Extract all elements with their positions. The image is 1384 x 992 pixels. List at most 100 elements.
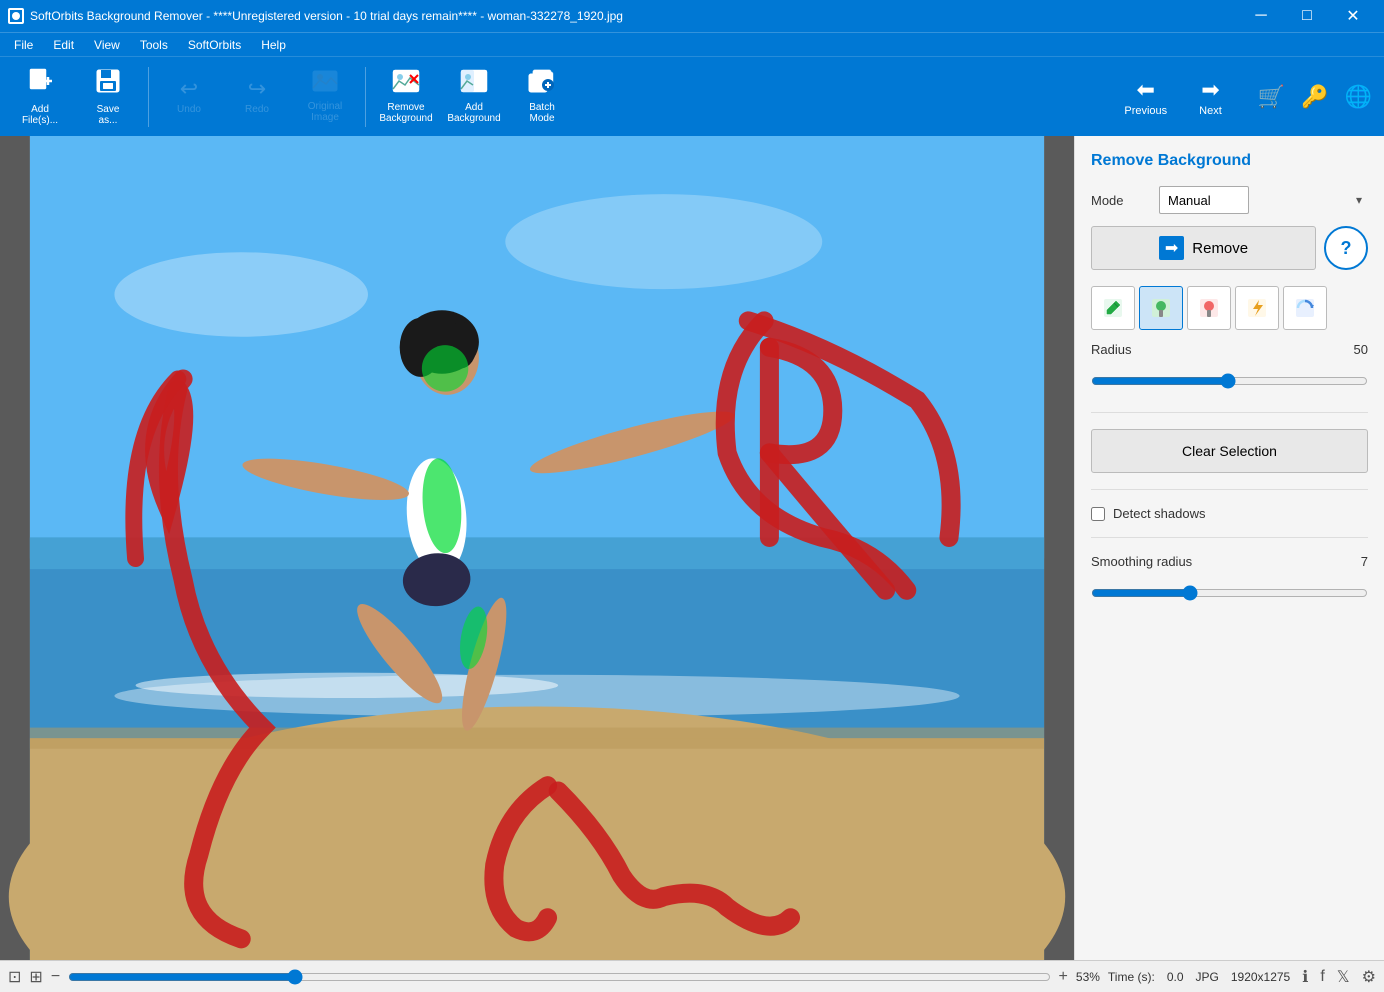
toolbar-right-icons: 🛒 🔑 🌐 xyxy=(1254,80,1376,114)
app-icon xyxy=(8,8,24,24)
globe-icon[interactable]: 🌐 xyxy=(1341,80,1376,114)
zoom-fit-icon[interactable]: ⊡ xyxy=(8,967,21,987)
tool-icons-row xyxy=(1091,286,1368,330)
redo-button[interactable]: ↪ Redo xyxy=(225,61,289,133)
twitter-icon[interactable]: 𝕏 xyxy=(1337,967,1350,987)
undo-button[interactable]: ↩ Undo xyxy=(157,61,221,133)
mode-row: Mode Manual Automatic Magic Wand xyxy=(1091,186,1368,214)
clear-selection-label: Clear Selection xyxy=(1182,443,1277,459)
status-bar: ⊡ ⊞ − + 53% Time (s): 0.0 JPG 1920x1275 … xyxy=(0,960,1384,992)
original-image-label: Original Image xyxy=(308,101,342,123)
radius-slider[interactable] xyxy=(1091,373,1368,389)
add-files-label: Add File(s)... xyxy=(22,104,58,126)
smoothing-radius-row: Smoothing radius 7 xyxy=(1091,554,1368,569)
pencil-icon xyxy=(1101,296,1125,320)
close-button[interactable]: ✕ xyxy=(1330,0,1376,32)
help-button[interactable]: ? xyxy=(1324,226,1368,270)
facebook-icon[interactable]: f xyxy=(1320,968,1324,986)
menu-edit[interactable]: Edit xyxy=(43,36,84,54)
smoothing-radius-value: 7 xyxy=(1338,554,1368,569)
status-bar-left: ⊡ ⊞ − + 53% xyxy=(8,967,1100,987)
canvas-area[interactable] xyxy=(0,136,1074,960)
toolbar: Add File(s)... Save as... ↩ Undo ↪ Redo xyxy=(0,56,1384,136)
lightning-icon xyxy=(1245,296,1269,320)
cart-icon[interactable]: 🛒 xyxy=(1254,80,1289,114)
zoom-value: 53% xyxy=(1076,970,1100,984)
next-button[interactable]: ➡ Next xyxy=(1187,73,1234,121)
format-label: JPG xyxy=(1196,970,1219,984)
menu-tools[interactable]: Tools xyxy=(130,36,178,54)
eraser-tool[interactable] xyxy=(1283,286,1327,330)
window-controls[interactable]: ─ □ ✕ xyxy=(1238,0,1376,32)
toolbar-separator-1 xyxy=(148,67,149,127)
detect-shadows-checkbox[interactable] xyxy=(1091,507,1105,521)
smoothing-radius-label: Smoothing radius xyxy=(1091,554,1192,569)
window-title: SoftOrbits Background Remover - ****Unre… xyxy=(30,9,623,23)
smoothing-radius-slider[interactable] xyxy=(1091,585,1368,601)
zoom-out-icon[interactable]: − xyxy=(51,968,60,986)
key-icon[interactable]: 🔑 xyxy=(1297,80,1332,114)
maximize-button[interactable]: □ xyxy=(1284,0,1330,32)
panel-divider-2 xyxy=(1091,489,1368,490)
add-background-icon xyxy=(460,69,488,98)
toolbar-nav: ⬅ Previous ➡ Next xyxy=(1112,73,1233,121)
original-image-button[interactable]: Original Image xyxy=(293,61,357,133)
mode-select[interactable]: Manual Automatic Magic Wand xyxy=(1159,186,1249,214)
main-area: Remove Background Mode Manual Automatic … xyxy=(0,136,1384,960)
previous-label: Previous xyxy=(1124,105,1167,117)
smart-brush-tool[interactable] xyxy=(1235,286,1279,330)
remove-background-label: Remove Background xyxy=(379,102,432,124)
undo-icon: ↩ xyxy=(180,78,198,100)
save-icon xyxy=(94,67,122,100)
remove-button-label: Remove xyxy=(1192,240,1248,257)
previous-icon: ⬅ xyxy=(1137,77,1155,103)
menu-file[interactable]: File xyxy=(4,36,43,54)
batch-mode-button[interactable]: Batch Mode xyxy=(510,61,574,133)
remove-btn-row: ➡ Remove ? xyxy=(1091,226,1368,270)
draw-foreground-tool[interactable] xyxy=(1091,286,1135,330)
minimize-button[interactable]: ─ xyxy=(1238,0,1284,32)
time-value: 0.0 xyxy=(1167,970,1184,984)
remove-button[interactable]: ➡ Remove xyxy=(1091,226,1316,270)
panel-title: Remove Background xyxy=(1091,152,1368,170)
right-panel: Remove Background Mode Manual Automatic … xyxy=(1074,136,1384,960)
brush-foreground-tool[interactable] xyxy=(1139,286,1183,330)
radius-slider-container xyxy=(1091,369,1368,396)
smoothing-radius-slider-container xyxy=(1091,581,1368,608)
panel-divider-3 xyxy=(1091,537,1368,538)
title-bar: SoftOrbits Background Remover - ****Unre… xyxy=(0,0,1384,32)
redo-icon: ↪ xyxy=(248,78,266,100)
panel-divider-1 xyxy=(1091,412,1368,413)
menu-softorbits[interactable]: SoftOrbits xyxy=(178,36,251,54)
detect-shadows-label: Detect shadows xyxy=(1113,506,1206,521)
time-label: Time (s): xyxy=(1108,970,1155,984)
next-icon: ➡ xyxy=(1201,77,1219,103)
radius-row: Radius 50 xyxy=(1091,342,1368,357)
brush-background-tool[interactable] xyxy=(1187,286,1231,330)
add-background-label: Add Background xyxy=(447,102,500,124)
zoom-slider[interactable] xyxy=(68,969,1050,985)
previous-button[interactable]: ⬅ Previous xyxy=(1112,73,1179,121)
crop-icon[interactable]: ⊞ xyxy=(29,967,42,987)
save-as-button[interactable]: Save as... xyxy=(76,61,140,133)
mode-select-wrapper: Manual Automatic Magic Wand xyxy=(1159,186,1368,214)
original-image-icon xyxy=(312,70,338,97)
radius-label: Radius xyxy=(1091,342,1151,357)
add-files-button[interactable]: Add File(s)... xyxy=(8,61,72,133)
status-bar-right: Time (s): 0.0 JPG 1920x1275 ℹ f 𝕏 ⚙ xyxy=(1108,967,1376,987)
menu-bar: File Edit View Tools SoftOrbits Help xyxy=(0,32,1384,56)
remove-background-button[interactable]: Remove Background xyxy=(374,61,438,133)
menu-help[interactable]: Help xyxy=(251,36,296,54)
clear-selection-button[interactable]: Clear Selection xyxy=(1091,429,1368,473)
help-button-label: ? xyxy=(1341,238,1352,259)
settings-icon[interactable]: ⚙ xyxy=(1362,967,1376,987)
next-label: Next xyxy=(1199,105,1222,117)
redo-label: Redo xyxy=(245,104,269,115)
add-files-icon xyxy=(26,67,54,100)
add-background-button[interactable]: Add Background xyxy=(442,61,506,133)
menu-view[interactable]: View xyxy=(84,36,130,54)
zoom-in-icon[interactable]: + xyxy=(1059,968,1068,986)
detect-shadows-row: Detect shadows xyxy=(1091,506,1368,521)
undo-label: Undo xyxy=(177,104,201,115)
info-icon[interactable]: ℹ xyxy=(1302,967,1308,987)
